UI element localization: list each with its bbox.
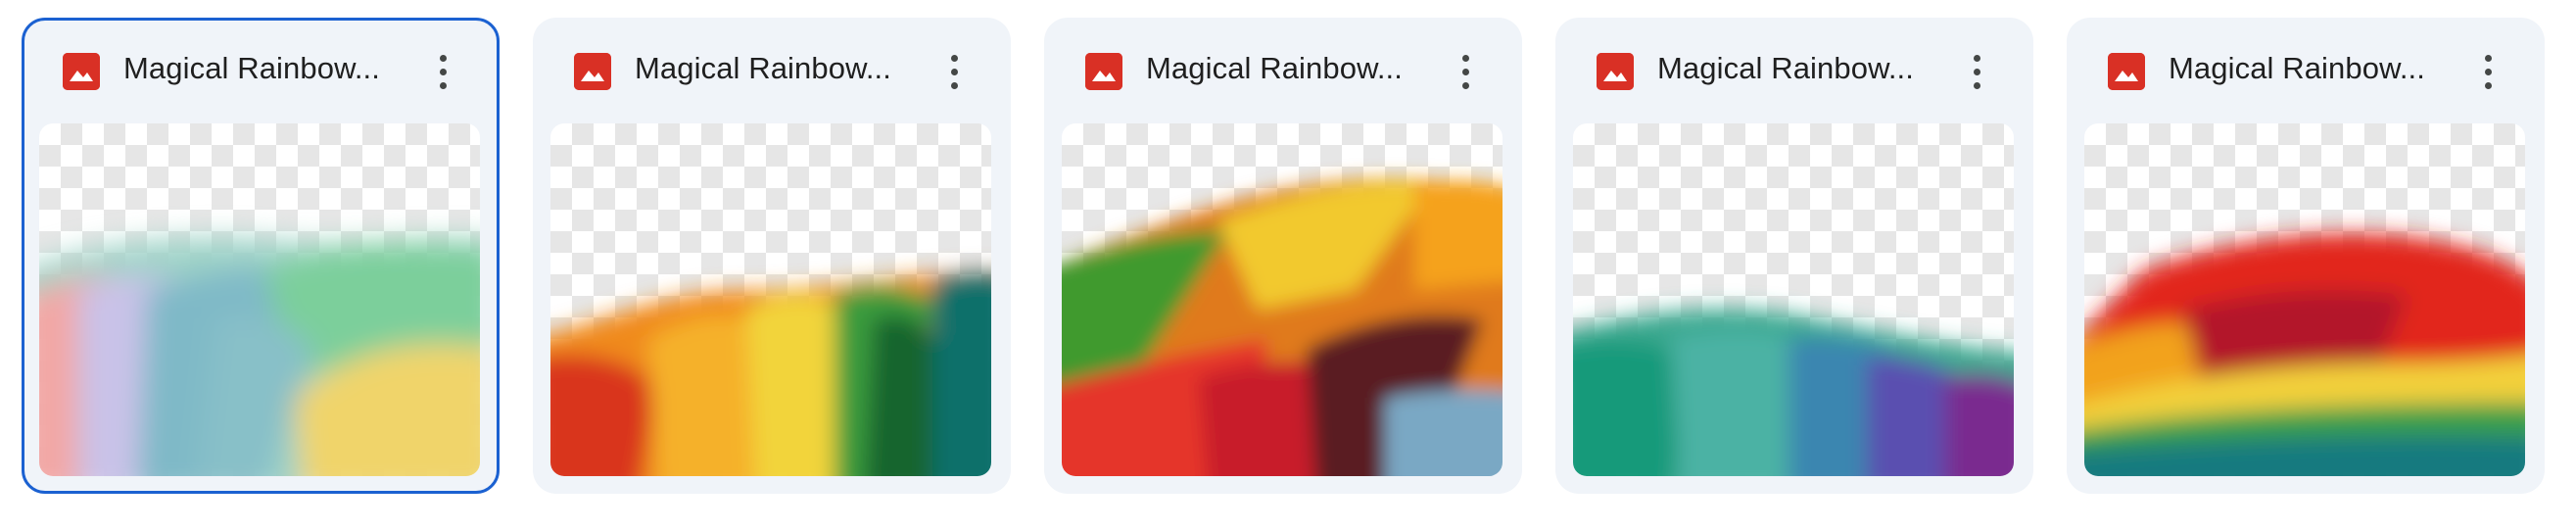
file-thumbnail[interactable] xyxy=(39,123,480,476)
file-name: Magical Rainbow... xyxy=(635,51,891,85)
image-file-icon xyxy=(2108,53,2145,90)
file-name: Magical Rainbow... xyxy=(1657,51,1914,85)
more-vert-icon xyxy=(439,54,447,62)
thumbnail-image xyxy=(1573,309,2014,476)
more-options-button[interactable] xyxy=(1957,49,1996,94)
file-card-header: Magical Rainbow... xyxy=(24,21,497,107)
more-vert-icon-dot xyxy=(1461,68,1469,75)
more-vert-icon xyxy=(1461,54,1469,62)
more-vert-icon-dot xyxy=(1973,68,1980,75)
more-options-button[interactable] xyxy=(934,49,974,94)
more-vert-icon xyxy=(2484,54,2492,62)
thumbnail-image xyxy=(1062,177,1503,476)
file-card-header: Magical Rainbow... xyxy=(2067,18,2545,104)
more-vert-icon-dot xyxy=(439,68,447,75)
more-vert-icon xyxy=(950,54,958,62)
file-name: Magical Rainbow... xyxy=(123,51,380,85)
thumbnail-image xyxy=(550,270,991,476)
more-vert-icon-dot xyxy=(2484,81,2492,89)
image-file-icon xyxy=(1597,53,1634,90)
more-vert-icon-dot xyxy=(439,81,447,89)
more-vert-icon xyxy=(1973,54,1980,62)
file-card[interactable]: Magical Rainbow... xyxy=(22,18,500,494)
file-card[interactable]: Magical Rainbow... xyxy=(533,18,1011,494)
thumbnail-image xyxy=(2084,232,2525,476)
file-card[interactable]: Magical Rainbow... xyxy=(1044,18,1522,494)
more-vert-icon-dot xyxy=(1461,81,1469,89)
file-card-header: Magical Rainbow... xyxy=(1555,18,2033,104)
image-file-icon xyxy=(574,53,611,90)
image-file-icon xyxy=(63,53,100,90)
file-card-header: Magical Rainbow... xyxy=(1044,18,1522,104)
thumbnail-image xyxy=(39,237,480,476)
more-vert-icon-dot xyxy=(950,81,958,89)
file-card[interactable]: Magical Rainbow... xyxy=(2067,18,2545,494)
more-options-button[interactable] xyxy=(2468,49,2507,94)
image-file-icon xyxy=(1085,53,1122,90)
file-name: Magical Rainbow... xyxy=(1146,51,1403,85)
more-options-button[interactable] xyxy=(423,49,462,94)
file-thumbnail[interactable] xyxy=(1062,123,1503,476)
more-options-button[interactable] xyxy=(1446,49,1485,94)
file-name: Magical Rainbow... xyxy=(2169,51,2425,85)
file-thumbnail[interactable] xyxy=(550,123,991,476)
file-card-header: Magical Rainbow... xyxy=(533,18,1011,104)
file-card[interactable]: Magical Rainbow... xyxy=(1555,18,2033,494)
more-vert-icon-dot xyxy=(2484,68,2492,75)
file-grid: Magical Rainbow... Magical Rainbow... Ma… xyxy=(22,18,2545,494)
more-vert-icon-dot xyxy=(950,68,958,75)
file-thumbnail[interactable] xyxy=(2084,123,2525,476)
more-vert-icon-dot xyxy=(1973,81,1980,89)
file-thumbnail[interactable] xyxy=(1573,123,2014,476)
